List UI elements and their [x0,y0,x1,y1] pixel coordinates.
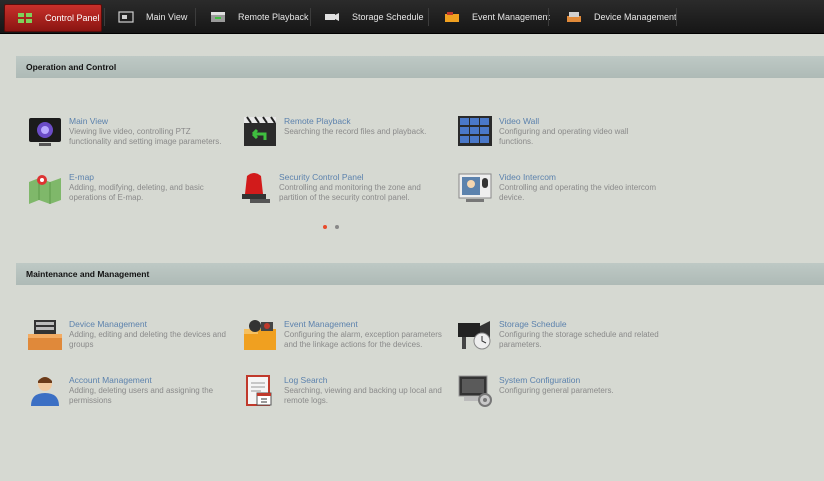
event-management-icon [243,319,279,353]
top-navigation-bar: Control Panel Main View Remote Playback … [0,0,824,34]
storage-schedule-icon [458,319,494,353]
tab-label: Remote Playback [238,12,309,22]
tab-control-panel[interactable]: Control Panel [4,4,102,32]
module-title[interactable]: Storage Schedule [499,319,567,329]
module-description: Controlling and operating the video inte… [499,183,656,202]
section-maintenance-and-management: Maintenance and Management [16,263,824,285]
module-title[interactable]: E-map [69,172,94,182]
module-title[interactable]: Video Intercom [499,172,556,182]
remote-playback-icon [243,116,279,150]
module-title[interactable]: Log Search [284,375,327,385]
module-title[interactable]: Device Management [69,319,147,329]
tab-remote-playback[interactable]: Remote Playback [210,4,309,30]
section-title: Operation and Control [26,62,117,72]
module-description: Searching, viewing and backing up local … [284,386,442,405]
module-title[interactable]: Main View [69,116,108,126]
tab-label: Control Panel [45,13,100,23]
storage-schedule-icon [324,11,340,23]
module-title[interactable]: Remote Playback [284,116,351,126]
module-title[interactable]: System Configuration [499,375,580,385]
tab-event-management[interactable]: Event Management [444,4,550,30]
control-panel-icon [17,12,33,24]
module-title[interactable]: Event Management [284,319,358,329]
security-control-panel-icon [238,172,274,206]
section-title: Maintenance and Management [26,269,150,279]
tab-device-management[interactable]: Device Management [566,4,677,30]
main-view-icon [118,11,134,23]
tab-label: Event Management [472,12,551,22]
device-management-icon [28,319,64,353]
e-map-icon [28,172,64,206]
video-wall-icon [458,116,494,150]
remote-playback-icon [210,11,226,23]
module-description: Configuring the storage schedule and rel… [499,330,659,349]
event-management-icon [444,11,460,23]
page-dot[interactable] [335,225,340,229]
system-configuration-icon [458,375,494,409]
section-operation-and-control: Operation and Control [16,56,824,78]
module-description: Adding, modifying, deleting, and basic o… [69,183,204,202]
main-view-icon [28,116,64,150]
module-description: Viewing live video, controlling PTZ func… [69,127,222,146]
module-title[interactable]: Account Management [69,375,152,385]
module-description: Searching the record files and playback. [284,127,427,136]
tab-main-view[interactable]: Main View [118,4,187,30]
module-description: Adding, deleting users and assigning the… [69,386,214,405]
page-indicator [323,222,345,231]
module-description: Configuring and operating video wall fun… [499,127,629,146]
module-description: Adding, editing and deleting the devices… [69,330,227,349]
module-title[interactable]: Video Wall [499,116,539,126]
module-title[interactable]: Security Control Panel [279,172,364,182]
device-management-icon [566,11,582,23]
module-description: Controlling and monitoring the zone and … [279,183,421,202]
video-intercom-icon [458,172,494,206]
page-dot-active[interactable] [323,225,327,229]
module-description: Configuring the alarm, exception paramet… [284,330,442,349]
account-management-icon [28,375,64,409]
module-description: Configuring general parameters. [499,386,614,395]
tab-label: Storage Schedule [352,12,424,22]
tab-storage-schedule[interactable]: Storage Schedule [324,4,424,30]
tab-label: Main View [146,12,188,22]
log-search-icon [243,375,279,409]
tab-label: Device Management [594,12,677,22]
